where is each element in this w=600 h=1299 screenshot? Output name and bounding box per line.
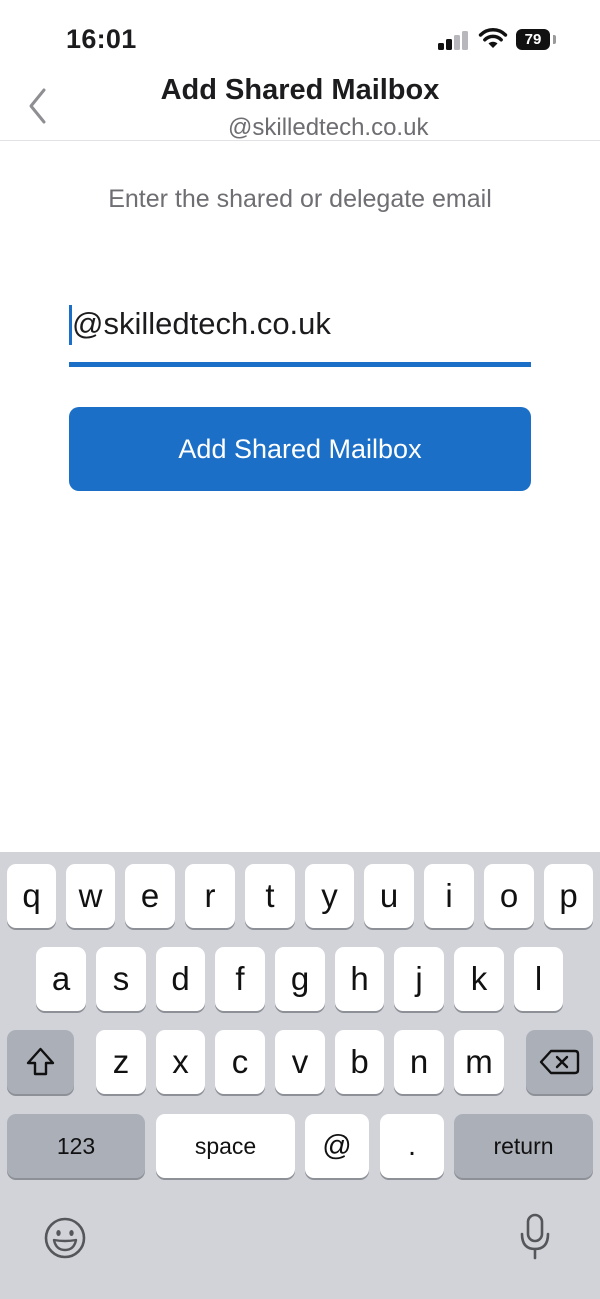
- return-key[interactable]: return: [454, 1114, 593, 1178]
- email-field-value: @skilledtech.co.uk: [72, 306, 331, 341]
- key-o[interactable]: o: [484, 864, 534, 928]
- key-d[interactable]: d: [156, 947, 205, 1011]
- add-shared-mailbox-button[interactable]: Add Shared Mailbox: [69, 407, 531, 491]
- battery-tip: [553, 35, 556, 44]
- key-a[interactable]: a: [36, 947, 86, 1011]
- key-g[interactable]: g: [275, 947, 325, 1011]
- numbers-key[interactable]: 123: [7, 1114, 145, 1178]
- space-key[interactable]: space: [156, 1114, 295, 1178]
- key-p[interactable]: p: [544, 864, 593, 928]
- key-z[interactable]: z: [96, 1030, 146, 1094]
- key-u[interactable]: u: [364, 864, 414, 928]
- shift-key[interactable]: [7, 1030, 74, 1094]
- key-r[interactable]: r: [185, 864, 235, 928]
- battery-icon: 79: [516, 29, 550, 50]
- status-bar: 16:01 79: [0, 0, 600, 80]
- key-i[interactable]: i: [424, 864, 474, 928]
- email-field[interactable]: @skilledtech.co.uk: [69, 300, 531, 368]
- key-j[interactable]: j: [394, 947, 444, 1011]
- period-key[interactable]: .: [380, 1114, 444, 1178]
- key-h[interactable]: h: [335, 947, 384, 1011]
- key-l[interactable]: l: [514, 947, 563, 1011]
- key-e[interactable]: e: [125, 864, 175, 928]
- status-time: 16:01: [66, 24, 137, 54]
- shift-icon: [26, 1047, 55, 1076]
- delete-icon: [539, 1049, 580, 1075]
- key-n[interactable]: n: [394, 1030, 444, 1094]
- key-k[interactable]: k: [454, 947, 504, 1011]
- key-v[interactable]: v: [275, 1030, 325, 1094]
- nav-divider: [0, 140, 600, 141]
- delete-key[interactable]: [526, 1030, 593, 1094]
- key-w[interactable]: w: [66, 864, 115, 928]
- key-m[interactable]: m: [454, 1030, 504, 1094]
- key-b[interactable]: b: [335, 1030, 384, 1094]
- key-y[interactable]: y: [305, 864, 354, 928]
- key-q[interactable]: q: [7, 864, 56, 928]
- key-f[interactable]: f: [215, 947, 265, 1011]
- key-t[interactable]: t: [245, 864, 295, 928]
- key-x[interactable]: x: [156, 1030, 205, 1094]
- nav-header: Add Shared Mailbox @skilledtech.co.uk: [0, 70, 600, 142]
- instruction-text: Enter the shared or delegate email: [108, 185, 492, 213]
- key-s[interactable]: s: [96, 947, 146, 1011]
- microphone-icon[interactable]: [518, 1212, 552, 1262]
- at-key[interactable]: @: [305, 1114, 369, 1178]
- keyboard: q w e r t y u i o p a s d f g h j k l z …: [0, 852, 600, 1299]
- page-title: Add Shared Mailbox: [160, 74, 440, 106]
- emoji-icon[interactable]: [43, 1216, 87, 1260]
- account-subtitle: @skilledtech.co.uk: [228, 114, 429, 141]
- key-c[interactable]: c: [215, 1030, 265, 1094]
- cellular-signal-icon: [438, 30, 468, 50]
- wifi-icon: [478, 28, 508, 48]
- email-field-underline: [69, 362, 531, 367]
